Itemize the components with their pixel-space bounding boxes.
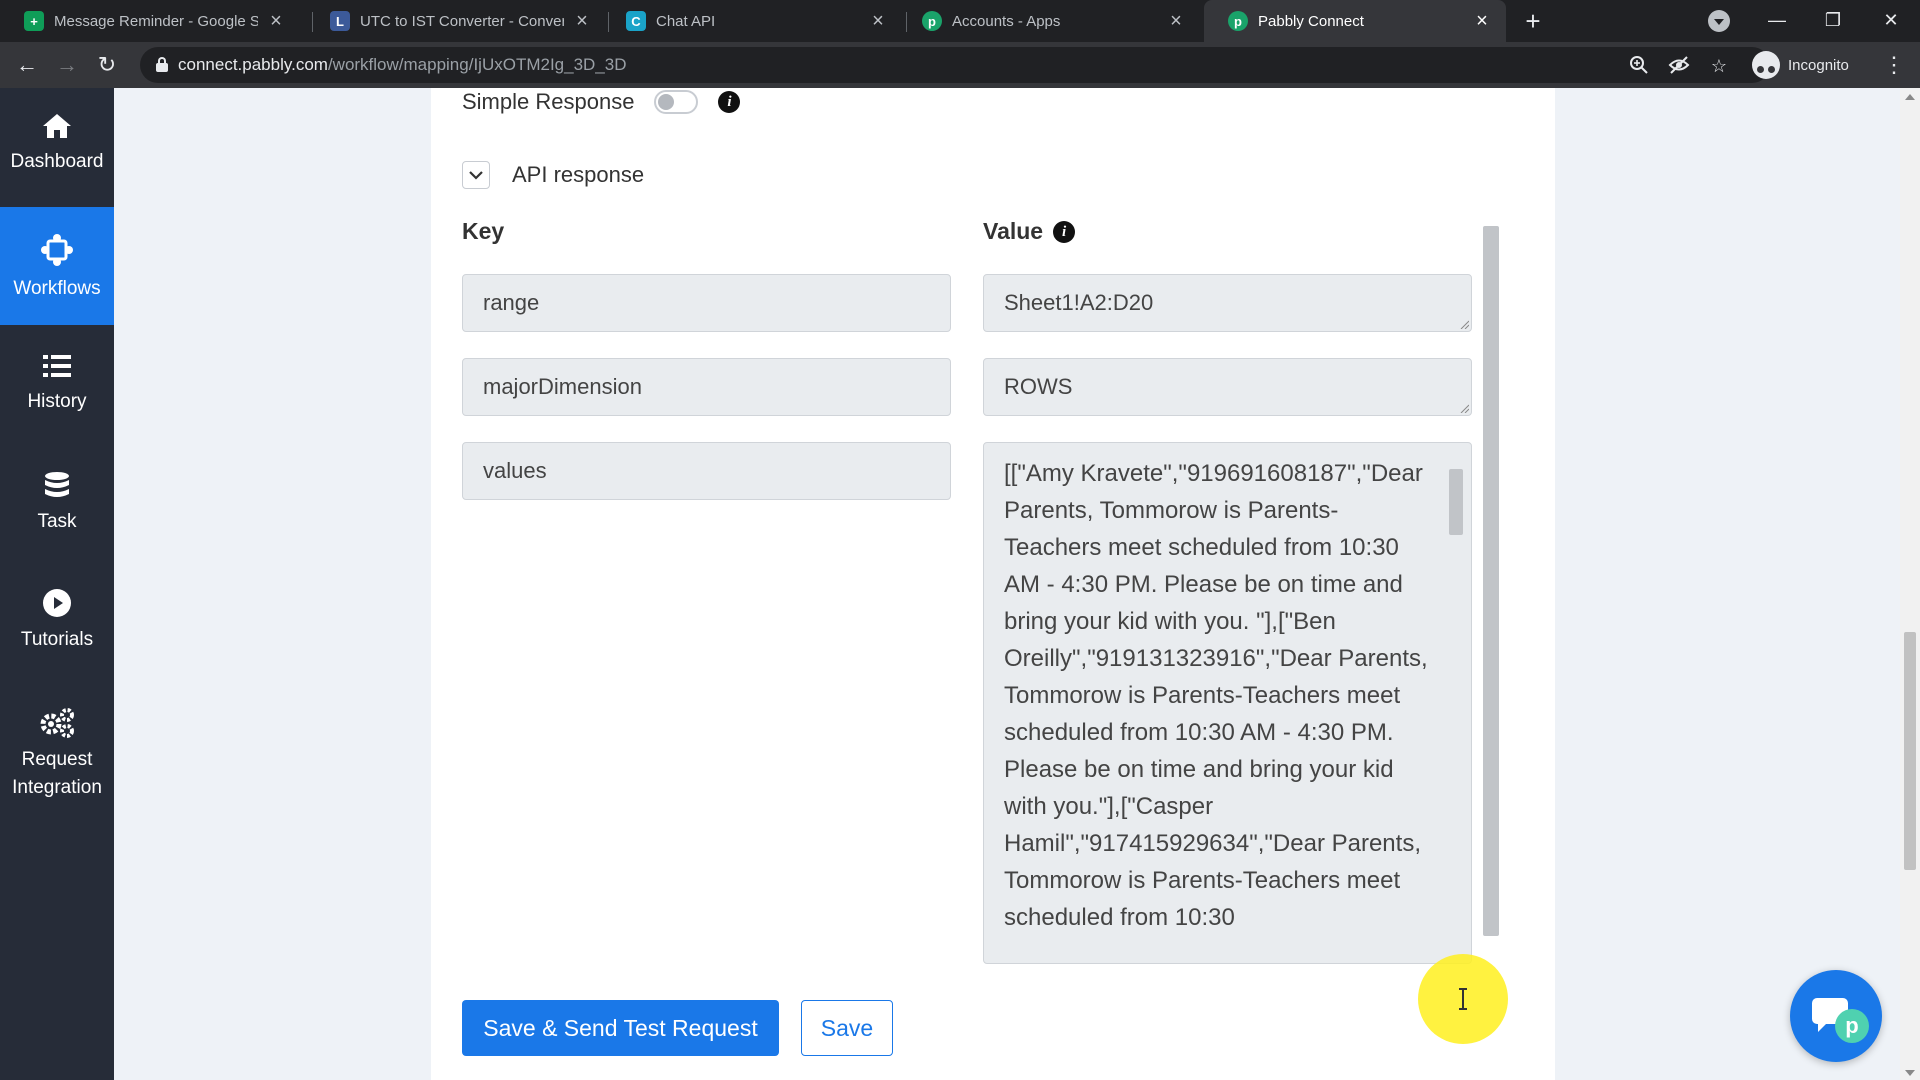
database-icon [45, 472, 69, 497]
tab-title: UTC to IST Converter - Convert U [360, 12, 564, 30]
sidebar-item-task[interactable]: Task [0, 460, 114, 552]
sidebar-item-workflows[interactable]: Workflows [0, 207, 114, 325]
browser-menu-icon[interactable]: ⋮ [1882, 50, 1906, 80]
close-icon[interactable]: × [572, 10, 592, 33]
google-sheets-favicon-icon: + [24, 11, 44, 31]
incognito-icon [1752, 51, 1780, 79]
chat-api-favicon-icon: C [626, 11, 646, 31]
converter-favicon-icon: L [330, 11, 350, 31]
browser-tab-accounts[interactable]: p Accounts - Apps × [898, 0, 1200, 42]
tracking-blocked-eye-icon[interactable] [1668, 55, 1690, 77]
tab-title: Pabbly Connect [1258, 12, 1364, 30]
minimize-icon[interactable]: — [1752, 0, 1802, 42]
sidebar-item-label: Dashboard [10, 151, 104, 172]
api-response-header[interactable]: API response [462, 156, 644, 194]
tab-title: Message Reminder - Google She [54, 12, 258, 30]
play-icon [43, 589, 71, 617]
simple-response-toggle[interactable] [654, 90, 699, 114]
info-icon[interactable]: i [718, 91, 741, 113]
new-tab-icon[interactable]: + [1518, 6, 1548, 36]
bookmark-star-icon[interactable]: ☆ [1708, 55, 1730, 77]
pabbly-favicon-icon: p [922, 11, 942, 31]
scroll-up-arrow-icon[interactable] [1905, 94, 1915, 100]
close-icon[interactable]: × [1472, 10, 1492, 33]
back-arrow-icon[interactable]: ← [12, 50, 42, 80]
sidebar-item-label: Request Integration [12, 749, 102, 798]
sidebar-item-label: Tutorials [20, 629, 94, 650]
browser-tab-google-sheets[interactable]: + Message Reminder - Google She × [0, 0, 300, 42]
zoom-icon[interactable] [1628, 55, 1650, 77]
url-text: connect.pabbly.com/workflow/mapping/IjUx… [178, 55, 627, 74]
home-icon [43, 114, 71, 138]
resize-handle-icon[interactable] [1459, 319, 1469, 329]
key-column-header: Key [462, 218, 504, 245]
sidebar-item-label: Workflows [13, 278, 101, 299]
value-text: ROWS [1004, 374, 1073, 399]
sidebar: Dashboard Workflows History Task Tutoria… [0, 88, 114, 1080]
browser-tab-utc-converter[interactable]: L UTC to IST Converter - Convert U × [306, 0, 606, 42]
value-text: Sheet1!A2:D20 [1004, 290, 1154, 315]
sidebar-item-request-integration[interactable]: Request Integration [0, 696, 114, 816]
close-icon[interactable]: × [266, 10, 286, 33]
scrollbar-thumb[interactable] [1904, 632, 1916, 870]
browser-toolbar: ← → ↻ connect.pabbly.com/workflow/mappin… [0, 42, 1920, 88]
textarea-scrollbar[interactable] [1447, 449, 1463, 959]
simple-response-row: Simple Response i [462, 88, 741, 116]
simple-response-label: Simple Response [462, 89, 635, 114]
sidebar-item-dashboard[interactable]: Dashboard [0, 102, 114, 194]
value-field-range[interactable]: Sheet1!A2:D20 [983, 274, 1472, 332]
key-header-label: Key [462, 218, 505, 244]
scrollbar-thumb[interactable] [1449, 469, 1463, 535]
browser-tab-pabbly-connect[interactable]: p Pabbly Connect × [1204, 0, 1506, 42]
gears-icon [40, 708, 74, 738]
value-header-label: Value [983, 218, 1044, 244]
value-field-major-dimension[interactable]: ROWS [983, 358, 1472, 416]
scrollbar-thumb[interactable] [1483, 226, 1499, 936]
text-cursor-icon [1459, 988, 1467, 1010]
mapping-scrollbar[interactable] [1482, 204, 1500, 984]
tab-search-icon[interactable] [1708, 10, 1730, 32]
svg-text:p: p [1845, 1013, 1858, 1038]
info-icon[interactable]: i [1053, 220, 1076, 243]
workflow-icon [41, 234, 73, 266]
api-response-title: API response [512, 162, 645, 187]
list-icon [43, 355, 71, 377]
chevron-down-icon[interactable] [462, 161, 490, 189]
tab-title: Chat API [656, 12, 716, 30]
resize-handle-icon[interactable] [1459, 403, 1469, 413]
address-bar[interactable]: connect.pabbly.com/workflow/mapping/IjUx… [140, 47, 1770, 83]
scroll-down-arrow-icon[interactable] [1905, 1070, 1915, 1076]
tab-title: Accounts - Apps [952, 12, 1061, 30]
restore-icon[interactable]: ❐ [1808, 0, 1858, 42]
lock-icon [156, 57, 168, 73]
forward-arrow-icon[interactable]: → [52, 50, 82, 80]
browser-tab-chat-api[interactable]: C Chat API × [602, 0, 902, 42]
sidebar-item-history[interactable]: History [0, 342, 114, 434]
reload-icon[interactable]: ↻ [92, 50, 122, 80]
sidebar-item-tutorials[interactable]: Tutorials [0, 578, 114, 670]
close-icon[interactable]: × [868, 10, 888, 33]
value-column-header: Value i [983, 218, 1076, 245]
save-send-test-request-button[interactable]: Save & Send Test Request [462, 1000, 779, 1056]
key-field-values[interactable]: values [462, 442, 951, 500]
value-field-values[interactable]: [["Amy Kravete","919691608187","Dear Par… [983, 442, 1472, 964]
save-button[interactable]: Save [801, 1000, 893, 1056]
page-content: Dashboard Workflows History Task Tutoria… [0, 88, 1920, 1080]
sidebar-item-label: Task [37, 511, 77, 532]
key-field-major-dimension[interactable]: majorDimension [462, 358, 951, 416]
sidebar-item-label: History [27, 391, 87, 412]
close-icon[interactable]: × [1166, 10, 1186, 33]
page-scrollbar[interactable] [1900, 88, 1920, 1080]
value-text: [["Amy Kravete","919691608187","Dear Par… [1004, 460, 1428, 931]
window-close-icon[interactable]: ✕ [1866, 0, 1916, 42]
browser-tab-strip: + Message Reminder - Google She × L UTC … [0, 0, 1920, 42]
pabbly-favicon-icon: p [1228, 11, 1248, 31]
key-field-range[interactable]: range [462, 274, 951, 332]
incognito-badge[interactable]: Incognito [1752, 47, 1849, 83]
chat-icon: p [1812, 998, 1869, 1043]
support-chat-button[interactable]: p [1790, 970, 1882, 1062]
incognito-label: Incognito [1788, 56, 1849, 74]
